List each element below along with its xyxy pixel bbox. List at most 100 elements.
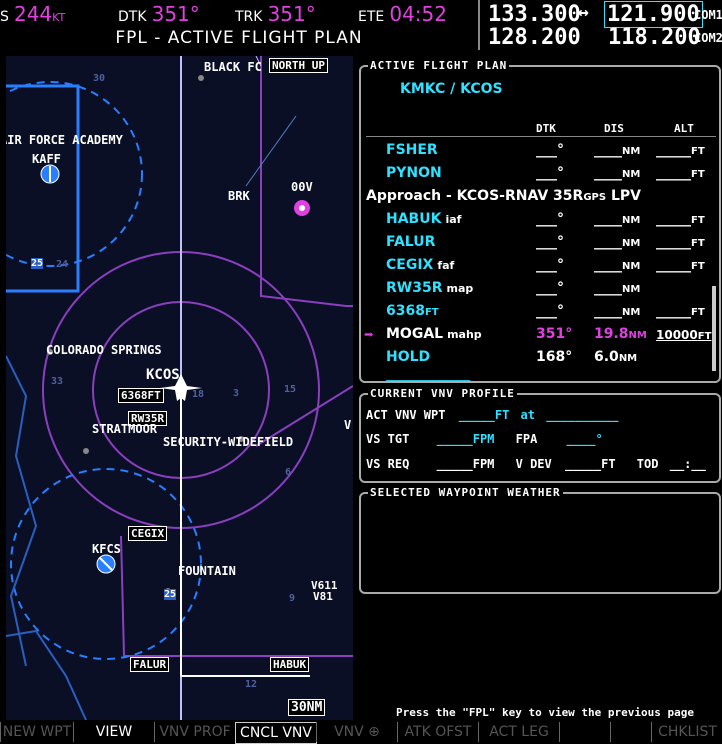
label-kcos: KCOS [146,367,180,383]
waypoint-tag-falur[interactable]: FALUR [130,657,170,672]
fp-row-habuk[interactable]: HABUK iaf ___° ____NM _____FT [356,211,722,233]
softkey-blank-2[interactable] [610,722,651,742]
fp-alt: 10000 [656,328,698,342]
com2-standby-freq[interactable]: 118.200 [608,25,701,50]
approach-name: Approach - KCOS-RNAV 35R [366,188,584,204]
vs-req-label: VS REQ [366,457,410,471]
fp-row-rw35r[interactable]: RW35R map ___° ____NM [356,280,722,302]
trk-readout: TRK 351° [235,2,316,26]
grid-label-15: 15 [284,384,297,395]
fp-wpt-name: PYNON [386,165,442,181]
grid-label-18: 18 [192,389,205,400]
fp-approach-header[interactable]: Approach - KCOS-RNAV 35RGPS LPV [356,188,722,210]
top-status-bar: S 244KT DTK 351° TRK 351° ETE 04:52 FPL … [0,0,722,55]
fp-dis: 19.8 [594,326,629,342]
navigation-map[interactable]: NORTH UP BLACK FC AIR FORCE ACADEMY KAFF… [6,56,353,720]
fp-dtk: ___° [536,142,564,158]
fp-row-pynon[interactable]: PYNON ___° ____NM _____FT [356,165,722,187]
fp-row-falur[interactable]: FALUR ___° ____NM _____FT [356,234,722,256]
vnv-act-value: _____FT [458,408,510,422]
fp-row-mogal-active[interactable]: ➡ MOGAL mahp 351° 19.8NM 10000FT [356,325,722,348]
vnv-profile-title: CURRENT VNV PROFILE [368,387,517,400]
page-title: FPL - ACTIVE FLIGHT PLAN [115,28,363,48]
gs-value: 244 [13,2,53,26]
grid-label-33: 33 [51,376,64,387]
active-flight-plan-title: ACTIVE FLIGHT PLAN [368,59,510,72]
fp-alt-unit: FT [691,215,705,226]
com1-active-freq[interactable]: 133.300 [488,2,581,27]
approach-lpv: LPV [610,188,641,204]
waypoint-tag-habuk[interactable]: HABUK [270,657,310,672]
softkey-cncl-vnv[interactable]: CNCL VNV [235,722,317,744]
right-panel: ACTIVE FLIGHT PLAN KMKC / KCOS DTK DIS A… [356,56,722,720]
fp-dtk: ___° [536,280,564,296]
fp-dtk: ___° [536,303,564,319]
fp-dis-unit: NM [618,353,638,364]
fp-dis: ____ [594,257,622,273]
label-security-widefield: SECURITY-WIDEFIELD [163,435,294,449]
grid-label-6: 6 [285,467,292,478]
fp-dis: ____ [594,234,622,250]
softkey-view[interactable]: VIEW [73,722,154,742]
fp-dis: ____ [594,280,622,296]
grid-label-30: 30 [93,73,106,84]
waypoint-tag-cegix[interactable]: CEGIX [128,526,168,541]
softkey-chklist[interactable]: CHKLIST [651,722,722,742]
flight-plan-scrollbar[interactable] [712,286,716,371]
fp-dis-unit: NM [622,169,641,180]
com-frequency-box: 133.300 ↔ 121.900 COM1 128.200 118.200 C… [478,0,722,50]
terrain-line [6,629,87,720]
softkey-vnv-direct[interactable]: VNV ⊕ [316,722,397,742]
fp-alt-unit: FT [691,238,705,249]
fp-wpt-name: FALUR [386,234,436,250]
label-colorado-springs: COLORADO SPRINGS [46,343,162,357]
softkey-new-wpt[interactable]: NEW WPT [0,722,73,742]
fp-wpt-sub: faf [437,259,455,272]
column-header-dis: DIS [604,122,624,135]
fp-wpt-sub: iaf [445,213,462,226]
fp-alt: _____ [656,303,691,319]
flight-plan-route: KMKC / KCOS [400,81,503,97]
fp-wpt-name: HABUK [386,211,442,227]
vnv-tgt-row: VS TGT _____FPM FPA ____° [366,432,603,446]
label-stratmoor: STRATMOOR [92,422,158,436]
fp-dis-unit: NM [622,284,641,295]
fp-alt: _____ [656,257,691,273]
fp-dis: ____ [594,211,622,227]
softkey-blank-1[interactable] [559,722,610,742]
vdev-label: V DEV [515,457,552,471]
tod-label: TOD [636,457,659,471]
approach-gps: GPS [583,192,607,203]
dtk-label: DTK [118,9,147,25]
com2-label: COM2 [694,31,722,45]
fp-row-6368ft[interactable]: 6368FT ___° ____NM _____FT [356,303,722,325]
label-fountain: FOUNTAIN [178,564,236,578]
fpl-key-hint: Press the "FPL" key to view the previous… [396,706,695,719]
softkey-atk-ofst[interactable]: ATK OFST [397,722,478,742]
com2-active-freq[interactable]: 128.200 [488,25,581,50]
map-orientation-label[interactable]: NORTH UP [269,58,328,73]
fp-row-cegix[interactable]: CEGIX faf ___° ____NM _____FT [356,257,722,279]
fp-wpt-name: 6368 [386,303,425,319]
fp-row-fsher[interactable]: FSHER ___° ____NM _____FT [356,142,722,164]
fp-dis-unit: NM [622,146,641,157]
fp-wpt-name: HOLD [386,349,431,365]
ete-label: ETE [358,9,385,25]
fp-wpt-sub: FT [424,307,439,318]
dtk-value: 351° [151,2,200,26]
fp-dis: ____ [594,303,622,319]
softkey-vnv-prof[interactable]: VNV PROF [154,722,235,742]
label-black-forest: BLACK FC [204,60,262,74]
fp-dis-unit: NM [622,238,641,249]
com1-standby-freq[interactable]: 121.900 [604,1,703,28]
waypoint-tag-6368ft[interactable]: 6368FT [118,388,164,403]
fp-empty-row[interactable]: __________ [386,366,470,382]
fp-wpt-name: MOGAL [386,326,444,342]
map-range-label[interactable]: 30NM [288,699,326,716]
class-d-ring-kaff [6,81,143,267]
grid-label-9: 9 [289,593,296,604]
softkey-act-leg[interactable]: ACT LEG [478,722,559,742]
vnv-act-wpt: __________ [546,408,619,422]
label-brk: BRK [228,189,250,203]
grid-label-3: 3 [233,388,240,399]
